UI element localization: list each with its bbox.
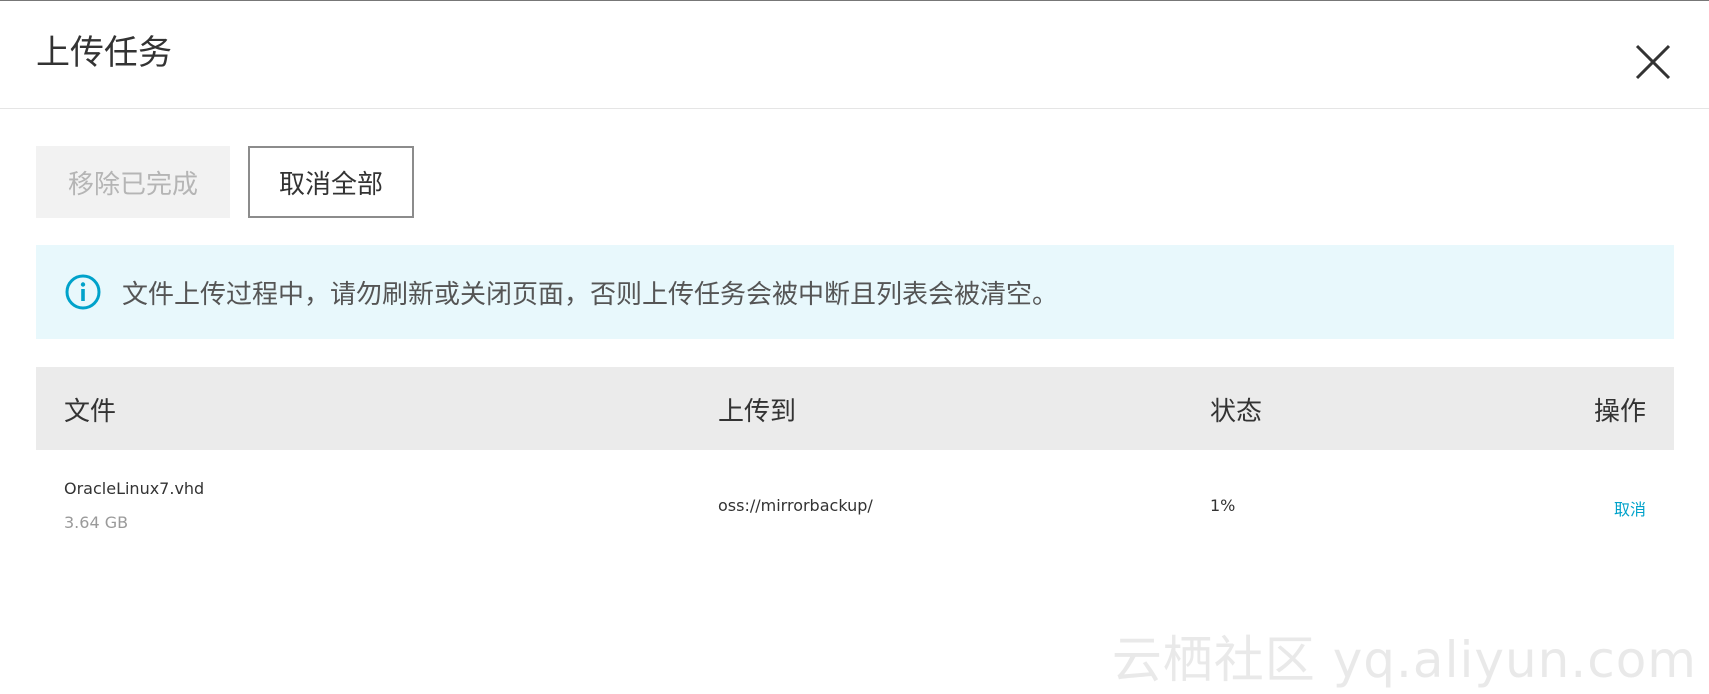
- file-size: 3.64 GB: [64, 513, 129, 532]
- watermark: 云栖社区 yq.aliyun.com: [1111, 631, 1697, 689]
- upload-task-dialog: 上传任务 移除已完成 取消全部 文件上传过程中，请勿刷新或关闭页面，否则上传任务…: [0, 0, 1709, 694]
- upload-notice: 文件上传过程中，请勿刷新或关闭页面，否则上传任务会被中断且列表会被清空。: [36, 245, 1674, 339]
- info-icon: [65, 274, 101, 310]
- dialog-header: 上传任务: [0, 1, 1709, 109]
- table-row: OracleLinux7.vhd 3.64 GB oss://mirrorbac…: [36, 367, 1674, 560]
- toolbar: 移除已完成 取消全部: [36, 146, 414, 218]
- cancel-all-button[interactable]: 取消全部: [248, 146, 414, 218]
- close-icon: [1635, 44, 1671, 80]
- upload-status: 1%: [1210, 496, 1236, 515]
- remove-completed-button[interactable]: 移除已完成: [36, 146, 230, 218]
- cancel-upload-link[interactable]: 取消: [1614, 496, 1646, 520]
- destination-path: oss://mirrorbackup/: [718, 496, 873, 515]
- close-button[interactable]: [1633, 42, 1673, 82]
- notice-text: 文件上传过程中，请勿刷新或关闭页面，否则上传任务会被中断且列表会被清空。: [122, 279, 1059, 310]
- file-name: OracleLinux7.vhd: [64, 479, 205, 498]
- dialog-title: 上传任务: [36, 33, 172, 73]
